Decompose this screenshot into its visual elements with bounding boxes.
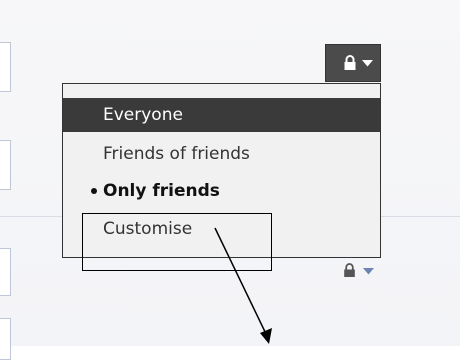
annotation-arrow — [214, 227, 272, 344]
